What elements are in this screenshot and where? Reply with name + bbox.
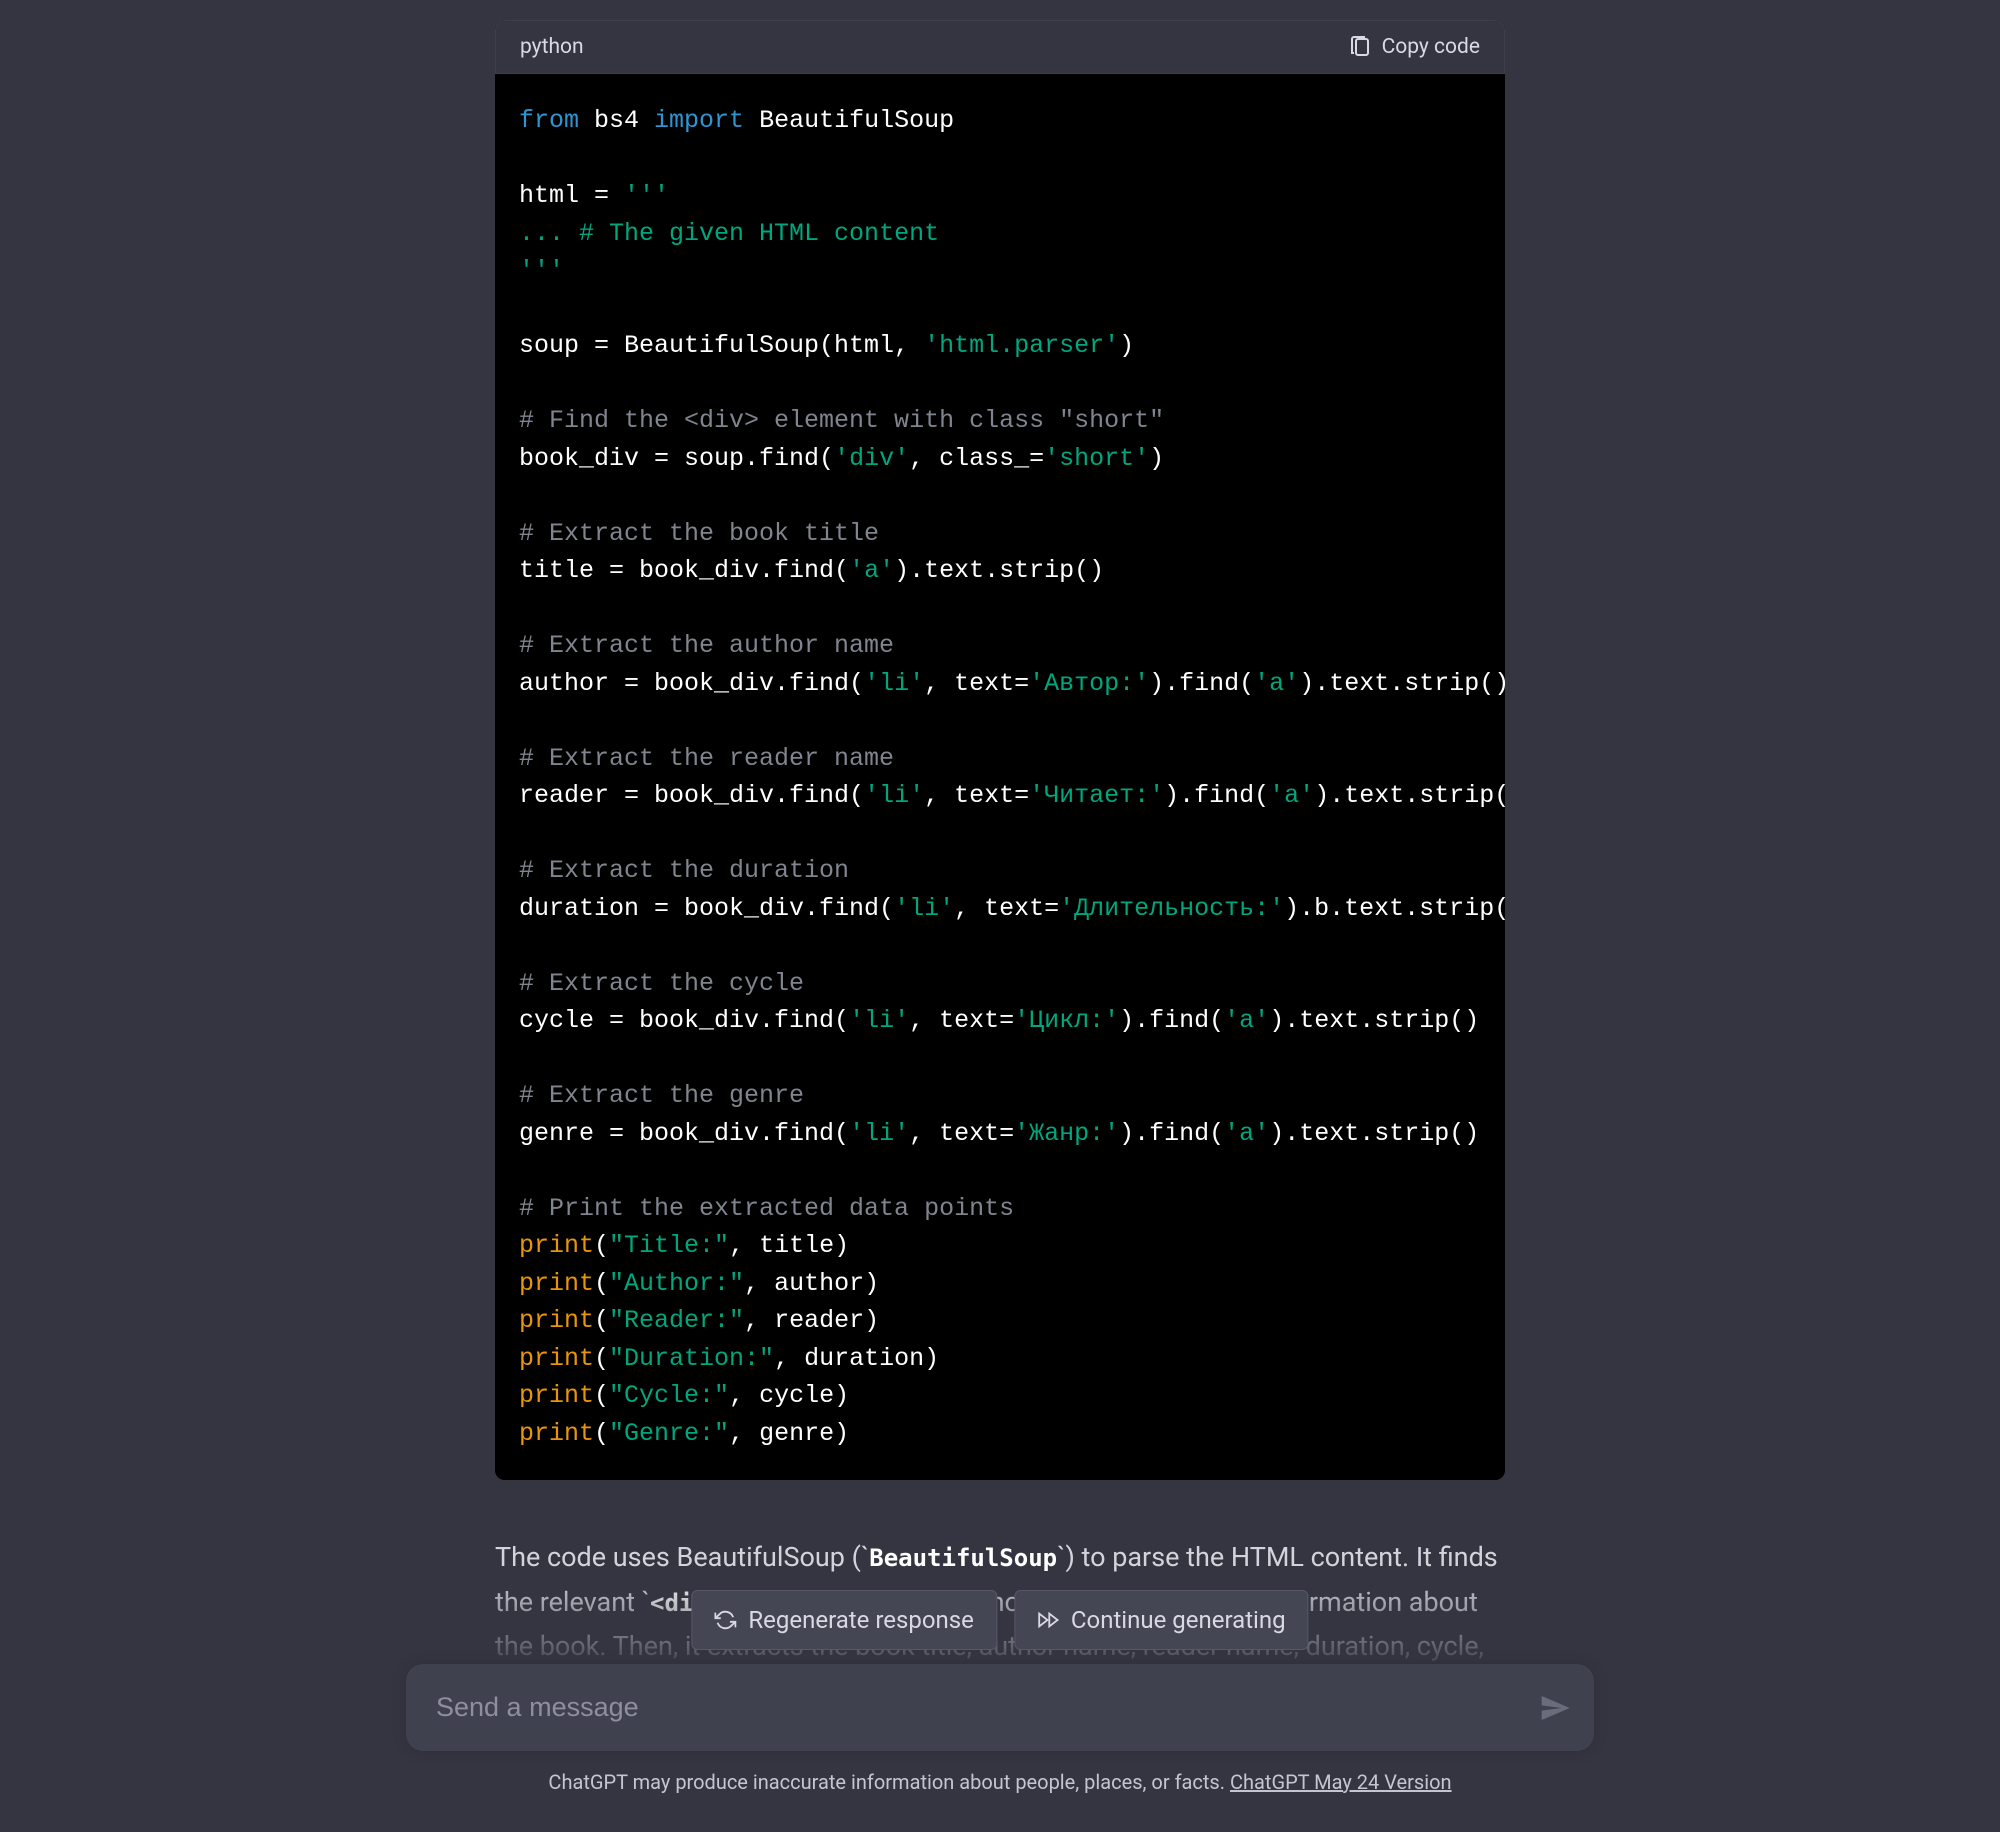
code-language-label: python <box>520 35 584 59</box>
input-area <box>405 1663 1595 1752</box>
code-header: python Copy code <box>495 20 1505 74</box>
footer-text: ChatGPT may produce inaccurate informati… <box>548 1770 1230 1794</box>
continue-button[interactable]: Continue generating <box>1014 1590 1309 1650</box>
action-buttons: Regenerate response Continue generating <box>691 1590 1308 1650</box>
regenerate-button[interactable]: Regenerate response <box>691 1590 997 1650</box>
clipboard-icon <box>1348 35 1372 59</box>
copy-code-button[interactable]: Copy code <box>1348 35 1480 59</box>
chat-container: python Copy code from bs4 import Beautif… <box>0 0 2000 1832</box>
code-block: python Copy code from bs4 import Beautif… <box>495 20 1505 1480</box>
continue-label: Continue generating <box>1071 1606 1286 1634</box>
code-content[interactable]: from bs4 import BeautifulSoup html = '''… <box>495 74 1505 1480</box>
refresh-icon <box>714 1609 736 1631</box>
copy-code-label: Copy code <box>1382 35 1480 59</box>
fast-forward-icon <box>1037 1609 1059 1631</box>
footer: ChatGPT may produce inaccurate informati… <box>0 1770 2000 1794</box>
regenerate-label: Regenerate response <box>748 1606 974 1634</box>
footer-version-link[interactable]: ChatGPT May 24 Version <box>1230 1770 1452 1794</box>
inline-code: BeautifulSoup <box>869 1544 1057 1572</box>
message-input[interactable] <box>405 1663 1595 1752</box>
send-button[interactable] <box>1539 1692 1571 1724</box>
